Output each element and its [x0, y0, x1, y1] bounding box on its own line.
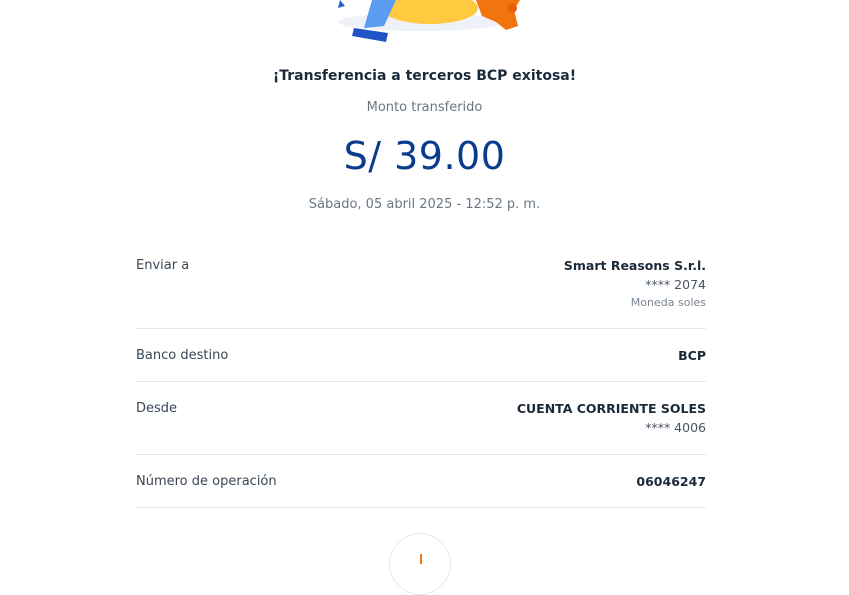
detail-row-source: Desde CUENTA CORRIENTE SOLES **** 4006 [136, 382, 706, 455]
transfer-details: Enviar a Smart Reasons S.r.l. **** 2074 … [136, 248, 706, 508]
transferred-amount: S/ 39.00 [343, 134, 506, 178]
recipient-name: Smart Reasons S.r.l. [563, 258, 706, 273]
detail-row-operation: Número de operación 06046247 [136, 455, 706, 508]
detail-row-recipient: Enviar a Smart Reasons S.r.l. **** 2074 … [136, 248, 706, 329]
success-title: ¡Transferencia a terceros BCP exitosa! [272, 68, 577, 84]
recipient-value: Smart Reasons S.r.l. **** 2074 Moneda so… [564, 258, 706, 309]
bank-value: BCP [678, 348, 706, 363]
source-label: Desde [136, 401, 178, 416]
source-account: **** 4006 [645, 420, 706, 435]
download-icon [420, 554, 422, 564]
operation-number: 06046247 [636, 474, 706, 489]
source-account-type: CUENTA CORRIENTE SOLES [516, 401, 706, 416]
bank-name: BCP [678, 348, 706, 363]
operation-value: 06046247 [636, 474, 706, 489]
bank-label: Banco destino [136, 348, 229, 363]
source-value: CUENTA CORRIENTE SOLES **** 4006 [517, 401, 706, 435]
recipient-currency: Moneda soles [630, 296, 706, 309]
recipient-account: **** 2074 [645, 277, 706, 292]
detail-row-bank: Banco destino BCP [136, 329, 706, 382]
download-button[interactable] [389, 533, 451, 595]
success-illustration [338, 0, 520, 42]
recipient-label: Enviar a [136, 258, 190, 273]
transaction-datetime: Sábado, 05 abril 2025 - 12:52 p. m. [308, 197, 541, 212]
operation-label: Número de operación [136, 474, 277, 489]
amount-label: Monto transferido [366, 100, 483, 115]
